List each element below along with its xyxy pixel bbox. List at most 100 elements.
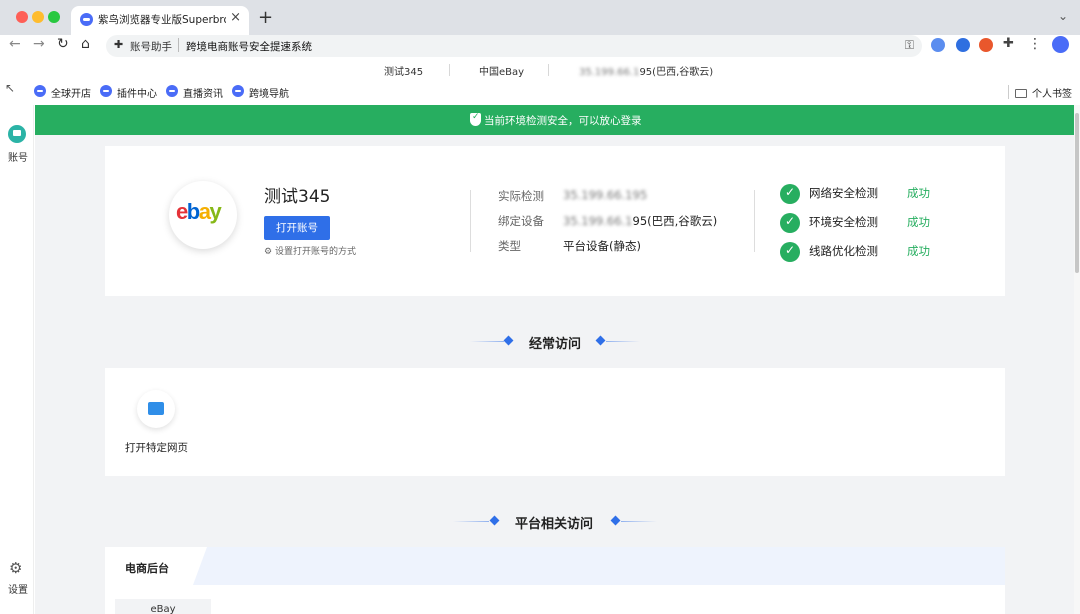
open-account-button[interactable]: 打开账号 (264, 216, 330, 240)
scrollbar-thumb[interactable] (1075, 113, 1079, 273)
extension-2-icon[interactable] (956, 38, 970, 52)
tab-label: 电商后台 (125, 562, 169, 575)
frequent-item-label[interactable]: 打开特定网页 (125, 440, 188, 455)
account-name: 测试345 (264, 187, 331, 207)
section-diamond-icon (489, 515, 500, 526)
section-diamond-icon (503, 335, 514, 346)
check-label: 线路优化检测 (809, 244, 878, 258)
platform-card: 电商后台 eBay (105, 547, 1005, 614)
frequent-card: 打开特定网页 (105, 368, 1005, 476)
home-icon[interactable]: ⌂ (81, 36, 90, 52)
check-success-icon (780, 213, 800, 233)
banner-text: 当前环境检测安全，可以放心登录 (484, 115, 642, 127)
account-info-bar: 测试345 中国eBay 35.199.66.195(巴西,谷歌云) (0, 60, 1080, 80)
close-window-button[interactable] (16, 11, 28, 23)
settings-gear-icon[interactable]: ⚙ (9, 559, 22, 577)
bookmark-label: 插件中心 (117, 89, 157, 100)
check-success-icon (780, 242, 800, 262)
gear-icon: ⚙ (264, 247, 275, 257)
extension-puzzle-icon: ✚ (114, 38, 124, 51)
personal-bookmarks-folder[interactable]: 个人书签 (1015, 85, 1072, 100)
check-label: 网络安全检测 (809, 186, 878, 200)
extensions-menu-icon[interactable]: ✚ (1003, 36, 1014, 51)
section-diamond-icon (595, 335, 606, 346)
bookmark-favicon-icon (232, 85, 244, 97)
ebay-logo: ebay (176, 199, 222, 224)
extension-3-icon[interactable] (979, 38, 993, 52)
account-card: ebay 测试345 打开账号 ⚙ 设置打开账号的方式 实际检测 35.199.… (105, 146, 1005, 296)
omnibox-divider (178, 38, 179, 52)
detail-value: 平台设备(静态) (563, 239, 641, 253)
tab-search-chevron-icon[interactable]: ⌄ (1058, 9, 1068, 23)
settings-nav-label[interactable]: 设置 (8, 581, 28, 596)
info-divider (449, 64, 450, 76)
omnibox-label: 账号助手 (130, 41, 172, 53)
extension-1-icon[interactable] (931, 38, 945, 52)
tab-title: 紫鸟浏览器专业版Superbrower (98, 14, 226, 26)
maximize-window-button[interactable] (48, 11, 60, 23)
detail-key: 绑定设备 (498, 214, 544, 228)
info-ip: 35.199.66.195(巴西,谷歌云) (579, 63, 713, 78)
bookmark-favicon-icon (34, 85, 46, 97)
bookmark-item[interactable]: 跨境导航 (232, 85, 289, 100)
new-tab-button[interactable]: + (258, 7, 273, 28)
reload-icon[interactable]: ↻ (57, 36, 69, 52)
bookmark-favicon-icon (100, 85, 112, 97)
platform-chip-ebay[interactable]: eBay (115, 599, 211, 614)
section-diamond-icon (610, 515, 621, 526)
minimize-window-button[interactable] (32, 11, 44, 23)
open-account-setting-link[interactable]: ⚙ 设置打开账号的方式 (264, 244, 356, 257)
info-ip-masked: 35.199.66.1 (579, 67, 640, 78)
bookmark-item[interactable]: 全球开店 (34, 85, 91, 100)
back-arrow-icon[interactable]: ← (9, 36, 21, 52)
detail-value: 35.199.66.195 (563, 188, 647, 202)
section-decor-line (453, 521, 489, 522)
address-bar[interactable]: ✚ 账号助手 跨境电商账号安全提速系统 ⚿ (106, 35, 922, 57)
detail-key: 类型 (498, 239, 521, 253)
left-rail: 账号 ⚙ 设置 (0, 105, 34, 614)
title-bar: 紫鸟浏览器专业版Superbrower × + ⌄ (0, 0, 1080, 35)
info-divider (548, 64, 549, 76)
main-content: 当前环境检测安全，可以放心登录 ebay 测试345 打开账号 ⚙ 设置打开账号… (35, 105, 1074, 614)
tab-ecommerce-backend[interactable]: 电商后台 (105, 547, 207, 585)
section-decor-line (621, 521, 657, 522)
bookmark-item[interactable]: 插件中心 (100, 85, 157, 100)
card-divider (754, 190, 755, 252)
frequent-section-title: 经常访问 (529, 337, 582, 352)
account-nav-label[interactable]: 账号 (8, 149, 28, 164)
collapse-arrows-icon[interactable]: ↖ (5, 81, 15, 95)
bookmark-favicon-icon (166, 85, 178, 97)
tab-close-icon[interactable]: × (230, 10, 241, 25)
key-icon[interactable]: ⚿ (905, 38, 914, 53)
profile-avatar-icon[interactable] (1052, 36, 1069, 53)
bookmark-label: 直播资讯 (183, 89, 223, 100)
check-status: 成功 (907, 186, 930, 200)
omnibox-url[interactable]: 跨境电商账号安全提速系统 (186, 39, 312, 54)
forward-arrow-icon[interactable]: → (33, 36, 45, 52)
folder-icon (1015, 89, 1027, 98)
platform-section-title: 平台相关访问 (515, 517, 594, 532)
browser-menu-icon[interactable]: ⋮ (1028, 36, 1042, 52)
bookmark-label: 跨境导航 (249, 89, 289, 100)
check-status: 成功 (907, 244, 930, 258)
bookmark-item[interactable]: 直播资讯 (166, 85, 223, 100)
section-decor-line (470, 341, 504, 342)
info-account: 测试345 (384, 67, 424, 78)
check-status: 成功 (907, 215, 930, 229)
bookmark-divider (1008, 85, 1009, 99)
browser-toolbar: ← → ↻ ⌂ ✚ 账号助手 跨境电商账号安全提速系统 ⚿ ✚ ⋮ (0, 35, 1080, 57)
card-divider (470, 190, 471, 252)
platform-body: eBay (105, 585, 1005, 614)
detail-value-text: 95(巴西,谷歌云) (632, 214, 718, 228)
account-nav-icon[interactable] (8, 125, 26, 143)
browser-tab[interactable]: 紫鸟浏览器专业版Superbrower × (71, 6, 249, 35)
folder-web-icon[interactable] (137, 390, 175, 428)
open-setting-label: 设置打开账号的方式 (274, 247, 356, 257)
detail-value: 35.199.66.195(巴西,谷歌云) (563, 213, 717, 229)
security-banner: 当前环境检测安全，可以放心登录 (35, 105, 1074, 135)
superbrowser-favicon-icon (80, 13, 93, 26)
detail-value-masked: 35.199.66.195 (563, 188, 648, 202)
detail-key: 实际检测 (498, 189, 544, 203)
section-decor-line (606, 341, 640, 342)
page-scrollbar[interactable] (1074, 105, 1080, 614)
